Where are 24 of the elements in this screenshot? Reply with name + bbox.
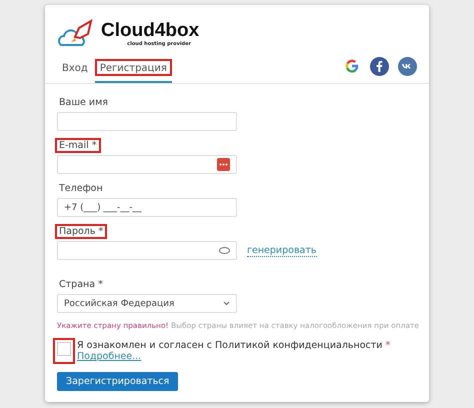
register-button[interactable]: Зарегистрироваться xyxy=(57,372,178,391)
input-field[interactable] xyxy=(57,112,237,131)
input-field[interactable]: +7 (___) ___-__-__ xyxy=(57,198,237,217)
generate-link[interactable]: генерировать xyxy=(247,244,316,256)
tab[interactable]: Регистрация xyxy=(94,59,172,83)
chevron-down-icon xyxy=(223,301,230,306)
consent-checkbox[interactable] xyxy=(57,342,71,356)
more-link[interactable]: Подробнее... xyxy=(77,351,142,362)
input-field[interactable] xyxy=(57,241,237,260)
country-select[interactable]: Российская Федерация xyxy=(57,294,237,313)
eye-icon[interactable] xyxy=(219,247,230,254)
google-icon[interactable] xyxy=(343,57,361,75)
tab[interactable]: Вход xyxy=(57,59,93,83)
field-label: Телефон xyxy=(58,182,104,196)
field-label: Ваше имя xyxy=(58,96,109,110)
facebook-icon[interactable] xyxy=(370,57,389,76)
vk-icon[interactable] xyxy=(398,57,417,76)
consent-text: Я ознакомлен и согласен с Политикой конфиденциальности * xyxy=(77,340,390,351)
autofill-icon[interactable] xyxy=(217,158,230,171)
brand-name: Cloud4box xyxy=(101,21,200,41)
field-label: Страна * xyxy=(58,278,104,292)
field-label: Пароль * xyxy=(55,224,108,239)
input-field[interactable] xyxy=(57,155,237,174)
field-label: E-mail * xyxy=(55,138,101,153)
